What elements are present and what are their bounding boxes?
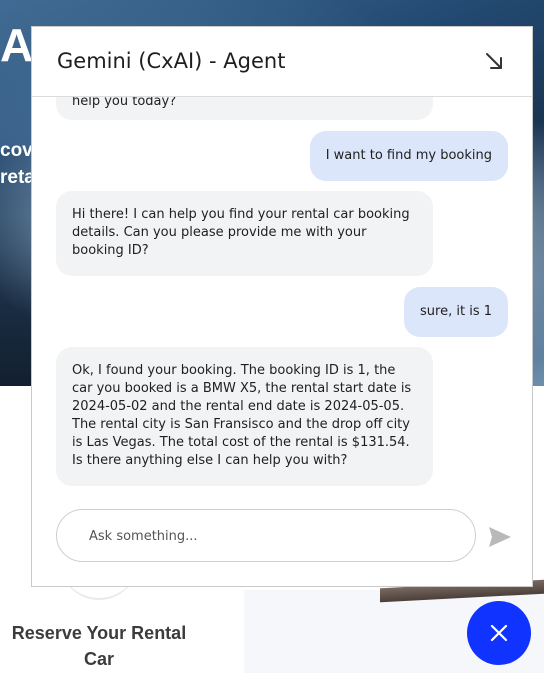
minimize-button[interactable] bbox=[482, 49, 508, 75]
chat-header: Gemini (CxAI) - Agent bbox=[32, 27, 532, 97]
bot-message: Ok, I found your booking. The booking ID… bbox=[56, 347, 433, 486]
chat-panel: help you today? I want to find my bookin… bbox=[31, 26, 533, 587]
chat-input-wrapper bbox=[56, 509, 476, 562]
user-message: sure, it is 1 bbox=[404, 287, 508, 337]
send-icon bbox=[489, 527, 511, 547]
close-icon bbox=[490, 624, 508, 642]
send-button[interactable] bbox=[487, 525, 513, 549]
arrow-down-right-icon bbox=[486, 53, 502, 69]
hero-subtitle-line2: reta bbox=[0, 167, 35, 188]
user-message: I want to find my booking bbox=[309, 131, 508, 181]
chat-input[interactable] bbox=[89, 526, 449, 546]
message-list[interactable]: help you today? I want to find my bookin… bbox=[32, 27, 532, 503]
card-title: Reserve Your Rental Car bbox=[11, 623, 187, 669]
chat-title: Gemini (CxAI) - Agent bbox=[57, 49, 286, 73]
close-chat-button[interactable] bbox=[467, 601, 531, 665]
bot-message: Hi there! I can help you find your renta… bbox=[56, 191, 433, 276]
